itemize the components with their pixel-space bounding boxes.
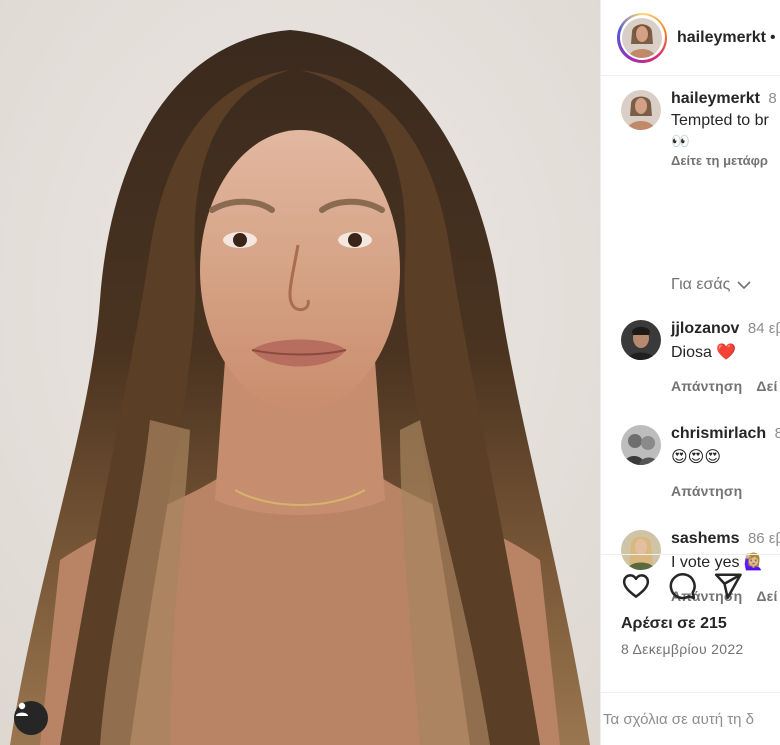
post-actions: Αρέσει σε 215 8 Δεκεμβρίου 2022 [601, 554, 780, 692]
author-username[interactable]: haileymerkt [677, 29, 766, 47]
post-sidebar: haileymerkt • haileymerkt 8 Tempted to b… [600, 0, 780, 745]
caption-username[interactable]: haileymerkt [671, 90, 760, 107]
for-you-label: Για εσάς [671, 276, 731, 293]
caption-item: haileymerkt 8 Tempted to br 👀 Δείτε τη μ… [621, 90, 777, 168]
comment-placeholder: Τα σχόλια σε αυτή τη δ [603, 711, 755, 728]
post-header: haileymerkt • [601, 0, 780, 76]
tagged-users-button[interactable] [14, 701, 48, 735]
comment-username[interactable]: chrismirlach [671, 425, 766, 442]
caption-text: Tempted to br [671, 112, 769, 129]
comment-extra[interactable]: Δεί [756, 378, 777, 394]
comment-username[interactable]: sashems [671, 530, 740, 547]
caption-timestamp: 8 [768, 90, 777, 107]
chevron-down-icon [737, 281, 751, 290]
avatar [622, 17, 662, 58]
separator-dot: • [769, 28, 776, 46]
comment-text: Diosa ❤️ [671, 344, 737, 361]
see-translation-link[interactable]: Δείτε τη μετάφρ [671, 153, 777, 168]
avatar[interactable] [621, 425, 661, 465]
story-ring[interactable] [617, 12, 667, 63]
reply-button[interactable]: Απάντηση [671, 378, 742, 394]
comment-item: jjlozanov 84 εβ Diosa ❤️ Απάντηση Δεί [621, 320, 780, 394]
avatar[interactable] [621, 320, 661, 360]
comment-text: 😍😍😍 [671, 449, 722, 466]
comment-timestamp: 86 εβ [747, 530, 780, 547]
comment-timestamp: 8 [775, 425, 780, 442]
comments-disabled-notice: Τα σχόλια σε αυτή τη δ [601, 692, 780, 745]
avatar[interactable] [621, 90, 661, 130]
comment-username[interactable]: jjlozanov [671, 320, 739, 337]
comment-timestamp: 84 εβ [747, 320, 780, 337]
likes-count[interactable]: Αρέσει σε 215 [621, 615, 727, 633]
comment-icon[interactable] [667, 571, 697, 601]
portrait-image [0, 0, 600, 745]
user-icon [16, 702, 28, 716]
comment-item: chrismirlach 8 😍😍😍 Απάντηση [621, 425, 780, 499]
comments-list: haileymerkt 8 Tempted to br 👀 Δείτε τη μ… [601, 76, 780, 604]
for-you-selector[interactable]: Για εσάς [671, 276, 752, 294]
heart-icon[interactable] [621, 571, 651, 601]
share-icon[interactable] [713, 571, 743, 601]
post-photo[interactable] [0, 0, 600, 745]
reply-button[interactable]: Απάντηση [671, 483, 742, 499]
caption-emoji: 👀 [671, 133, 690, 150]
post-date[interactable]: 8 Δεκεμβρίου 2022 [621, 641, 744, 657]
